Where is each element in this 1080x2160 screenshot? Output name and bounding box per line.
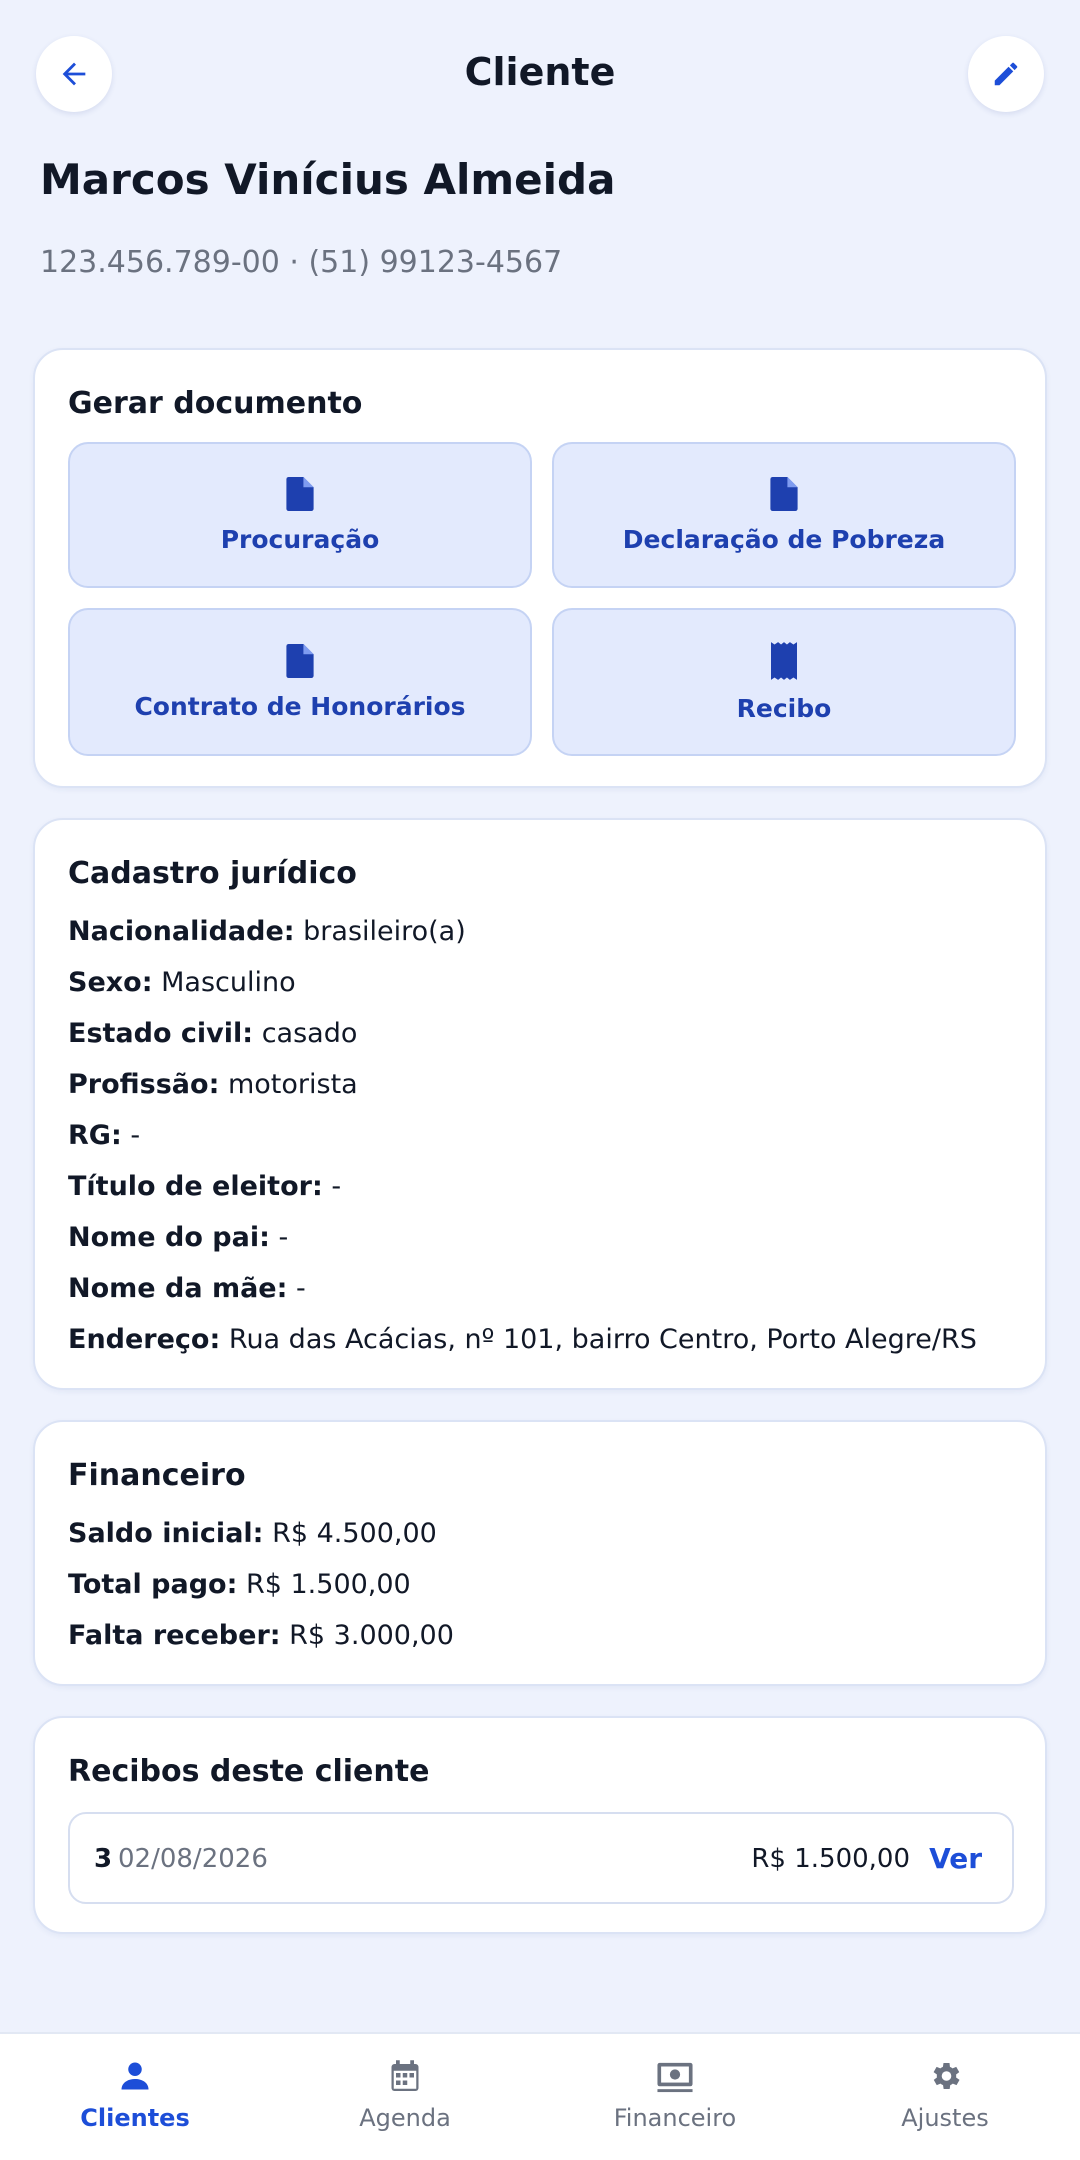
field-nome-mae: Nome da mãe: - — [68, 1273, 306, 1304]
procuracao-button[interactable]: Procuração — [68, 442, 532, 588]
field-nacionalidade: Nacionalidade: brasileiro(a) — [68, 916, 466, 947]
field-estado-civil: Estado civil: casado — [68, 1018, 358, 1049]
financeiro-card: Financeiro Saldo inicial: R$ 4.500,00 To… — [33, 1420, 1047, 1686]
top-bar: Cliente — [0, 0, 1080, 150]
nav-item-ajustes[interactable]: Ajustes — [810, 2034, 1080, 2160]
cadastro-juridico-card: Cadastro jurídico Nacionalidade: brasile… — [33, 818, 1047, 1390]
nav-item-financeiro[interactable]: Financeiro — [540, 2034, 810, 2160]
field-titulo-eleitor: Título de eleitor: - — [68, 1171, 342, 1202]
recibos-card: Recibos deste cliente 3 02/08/2026 R$ 1.… — [33, 1716, 1047, 1934]
procuracao-label: Procuração — [220, 524, 380, 554]
field-endereco: Endereço: Rua das Acácias, nº 101, bairr… — [68, 1324, 977, 1355]
field-falta-receber: Falta receber: R$ 3.000,00 — [68, 1620, 454, 1651]
declaracao-pobreza-button[interactable]: Declaração de Pobreza — [552, 442, 1016, 588]
edit-button[interactable] — [968, 36, 1044, 112]
client-meta: 123.456.789-00 · (51) 99123-4567 — [40, 245, 563, 280]
contrato-honorarios-label: Contrato de Honorários — [134, 691, 466, 721]
field-nome-pai: Nome do pai: - — [68, 1222, 289, 1253]
page-title: Cliente — [464, 50, 616, 94]
nav-label: Ajustes — [901, 2104, 989, 2132]
document-icon — [286, 476, 314, 511]
field-rg: RG: - — [68, 1120, 141, 1151]
contrato-honorarios-button[interactable]: Contrato de Honorários — [68, 608, 532, 756]
receipt-amount: R$ 1.500,00 — [751, 1844, 910, 1874]
nav-label: Agenda — [359, 2104, 451, 2132]
client-detail-screen: Cliente Marcos Vinícius Almeida 123.456.… — [0, 0, 1080, 2160]
declaracao-pobreza-label: Declaração de Pobreza — [622, 524, 946, 554]
recibo-label: Recibo — [736, 693, 832, 723]
card-title: Gerar documento — [68, 386, 363, 421]
nav-label: Financeiro — [613, 2104, 737, 2132]
bottom-nav: Clientes Agenda Financeiro Ajustes — [0, 2032, 1080, 2160]
client-name: Marcos Vinícius Almeida — [40, 155, 616, 204]
gear-icon — [933, 2062, 960, 2090]
receipt-date: 02/08/2026 — [118, 1844, 268, 1874]
nav-label: Clientes — [80, 2104, 190, 2132]
receipt-row[interactable]: 3 02/08/2026 R$ 1.500,00 Ver — [68, 1812, 1014, 1904]
card-title: Recibos deste cliente — [68, 1754, 430, 1789]
field-saldo-inicial: Saldo inicial: R$ 4.500,00 — [68, 1518, 437, 1549]
nav-item-clientes[interactable]: Clientes — [0, 2034, 270, 2160]
field-total-pago: Total pago: R$ 1.500,00 — [68, 1569, 411, 1600]
recibo-button[interactable]: Recibo — [552, 608, 1016, 756]
calendar-icon — [391, 2060, 419, 2091]
banknote-icon — [657, 2062, 693, 2093]
view-receipt-link[interactable]: Ver — [929, 1842, 982, 1875]
receipt-number: 3 — [94, 1844, 113, 1874]
card-title: Financeiro — [68, 1458, 246, 1493]
receipt-icon — [771, 641, 797, 680]
field-profissao: Profissão: motorista — [68, 1069, 358, 1100]
document-icon — [770, 476, 798, 511]
nav-item-agenda[interactable]: Agenda — [270, 2034, 540, 2160]
generate-document-card: Gerar documento Procuração Declaração de… — [33, 348, 1047, 788]
pencil-icon — [994, 62, 1018, 86]
document-icon — [286, 643, 314, 678]
field-sexo: Sexo: Masculino — [68, 967, 296, 998]
card-title: Cadastro jurídico — [68, 856, 357, 891]
person-icon — [121, 2062, 149, 2090]
